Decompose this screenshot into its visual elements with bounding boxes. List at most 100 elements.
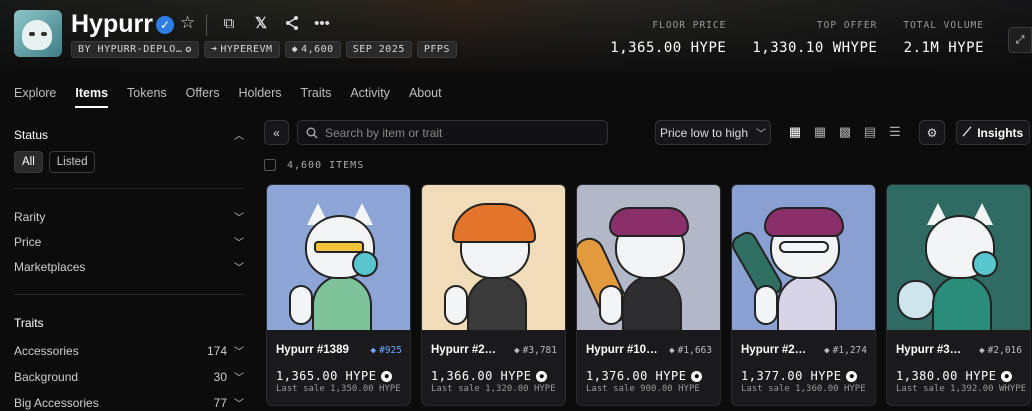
trait-accessories[interactable]: Accessories 174 ﹀: [14, 338, 244, 363]
verified-creator-icon: ✪: [185, 44, 192, 55]
item-price: 1,377.00 HYPE ●: [741, 369, 858, 383]
stat-floor-price: FLOOR PRICE 1,365.00 HYPE: [610, 20, 727, 56]
item-name: Hypurr #2…: [741, 344, 807, 356]
hype-token-icon: ●: [536, 370, 548, 382]
copy-icon[interactable]: ⧉: [220, 15, 238, 33]
favorite-star-icon[interactable]: ☆: [180, 13, 195, 33]
item-image: [267, 185, 410, 330]
chevron-down-icon: ﹀: [234, 213, 244, 224]
chevron-down-icon: ﹀: [234, 238, 244, 249]
diamond-icon: ◆: [370, 344, 377, 356]
sidebar-divider: [14, 294, 244, 295]
item-name: Hypurr #2…: [431, 344, 497, 356]
settings-button[interactable]: ⚙: [919, 120, 945, 145]
arrow-icon: ➜: [210, 44, 218, 55]
item-card[interactable]: Hypurr #1389 ◆ #925 1,365.00 HYPE ● Last s…: [266, 184, 411, 406]
view-mode-switcher: ▦ ▦ ▩ ▤ ☰: [787, 124, 903, 140]
item-last-sale: Last sale 1,350.00 HYPE: [276, 384, 401, 394]
status-listed-button[interactable]: Listed: [48, 151, 96, 173]
rarity-rank: ◆ #3,781: [513, 344, 557, 356]
hype-token-icon: ●: [381, 370, 393, 382]
stat-top-offer: TOP OFFER 1,330.10 WHYPE: [752, 20, 878, 56]
sort-dropdown[interactable]: Price low to high ﹀: [655, 120, 771, 145]
item-last-sale: Last sale 900.00 HYPE: [586, 384, 700, 394]
hype-token-icon: ●: [691, 370, 703, 382]
item-price: 1,366.00 HYPE ●: [431, 369, 548, 383]
creator-chip[interactable]: BY HYPURR-DEPLO… ✪: [71, 41, 199, 58]
item-price: 1,380.00 HYPE ●: [896, 369, 1013, 383]
item-card[interactable]: Hypurr #2… ◆ #1,274 1,377.00 HYPE ● Last s…: [731, 184, 876, 406]
collapse-sidebar-button[interactable]: «: [264, 120, 289, 145]
gear-icon: ⚙: [926, 125, 938, 140]
x-twitter-icon[interactable]: 𝕏: [252, 15, 270, 33]
category-chip[interactable]: PFPS: [416, 41, 457, 58]
search-input[interactable]: Search by item or trait: [297, 120, 608, 145]
double-chevron-left-icon: «: [273, 125, 280, 140]
grid-small-view-icon[interactable]: ▩: [837, 124, 853, 140]
items-count: 4,600 ITEMS: [287, 159, 365, 171]
tab-about[interactable]: About: [409, 86, 442, 108]
rarity-rank: ◆ #1,274: [823, 344, 867, 356]
filter-sidebar: Status ︿ All Listed Rarity ﹀ Price ﹀ Mar…: [14, 122, 244, 411]
chevron-down-icon: ﹀: [756, 129, 767, 140]
collection-stats: FLOOR PRICE 1,365.00 HYPE TOP OFFER 1,33…: [610, 20, 984, 56]
grid-large-view-icon[interactable]: ▦: [787, 124, 803, 140]
items-count-row: 4,600 ITEMS: [264, 159, 364, 171]
tab-traits[interactable]: Traits: [301, 86, 332, 108]
tab-activity[interactable]: Activity: [350, 86, 390, 108]
status-all-button[interactable]: All: [14, 151, 43, 173]
item-card[interactable]: Hypurr #3… ◆ #2,016 1,380.00 HYPE ● Last s…: [886, 184, 1031, 406]
tab-items[interactable]: Items: [75, 86, 109, 108]
diamond-icon: ◆: [513, 344, 520, 356]
supply-chip: ◆ 4,600: [284, 41, 341, 58]
sidebar-divider: [14, 188, 244, 189]
collection-avatar: [14, 10, 62, 57]
filter-marketplaces[interactable]: Marketplaces ﹀: [14, 254, 244, 279]
collection-title: Hypurr: [71, 10, 153, 38]
item-last-sale: Last sale 1,360.00 HYPE: [741, 384, 866, 394]
share-icon[interactable]: [283, 15, 301, 33]
list-view-icon[interactable]: ☰: [887, 124, 903, 140]
status-section-header[interactable]: Status ︿: [14, 122, 244, 147]
item-image: [577, 185, 720, 330]
items-grid: Hypurr #1389 ◆ #925 1,365.00 HYPE ● Last s…: [266, 184, 1031, 406]
traits-section-header: Traits: [14, 315, 44, 330]
insights-button[interactable]: ⟋ Insights: [956, 120, 1030, 145]
rarity-rank: ◆ #2,016: [978, 344, 1022, 356]
search-icon: [306, 127, 318, 138]
item-price: 1,376.00 HYPE ●: [586, 369, 703, 383]
diamond-icon: ◆: [978, 344, 985, 356]
item-card[interactable]: Hypurr #10… ◆ #1,663 1,376.00 HYPE ● Last …: [576, 184, 721, 406]
tab-tokens[interactable]: Tokens: [127, 86, 167, 108]
stat-total-volume: TOTAL VOLUME 2.1M HYPE: [903, 20, 984, 56]
chevron-down-icon: ﹀: [234, 263, 244, 274]
item-image: [422, 185, 565, 330]
select-all-checkbox[interactable]: [264, 159, 276, 171]
tab-holders[interactable]: Holders: [238, 86, 281, 108]
table-view-icon[interactable]: ▤: [862, 124, 878, 140]
chevron-down-icon: ﹀: [234, 347, 244, 358]
more-options-icon[interactable]: •••: [313, 15, 331, 33]
trait-background[interactable]: Background 30 ﹀: [14, 364, 244, 389]
tab-offers[interactable]: Offers: [186, 86, 220, 108]
stack-icon: ◆: [291, 44, 299, 55]
date-chip: SEP 2025: [345, 41, 412, 58]
filter-rarity[interactable]: Rarity ﹀: [14, 204, 244, 229]
diamond-icon: ◆: [823, 344, 830, 356]
hype-token-icon: ●: [1001, 370, 1013, 382]
tab-explore[interactable]: Explore: [14, 86, 56, 108]
grid-medium-view-icon[interactable]: ▦: [812, 124, 828, 140]
item-image: [887, 185, 1030, 330]
trait-big-accessories[interactable]: Big Accessories 77 ﹀: [14, 390, 244, 411]
item-price: 1,365.00 HYPE ●: [276, 369, 393, 383]
filter-price[interactable]: Price ﹀: [14, 229, 244, 254]
verified-icon: ✓: [156, 16, 174, 34]
diamond-icon: ◆: [668, 344, 675, 356]
item-name: Hypurr #3…: [896, 344, 962, 356]
item-name: Hypurr #10…: [586, 344, 658, 356]
chain-chip: ➜ HYPEREVM: [203, 41, 280, 58]
header-divider: [206, 14, 207, 36]
expand-panel-button[interactable]: ⤢: [1008, 27, 1032, 53]
item-card[interactable]: Hypurr #2… ◆ #3,781 1,366.00 HYPE ● Last s…: [421, 184, 566, 406]
hype-token-icon: ●: [846, 370, 858, 382]
